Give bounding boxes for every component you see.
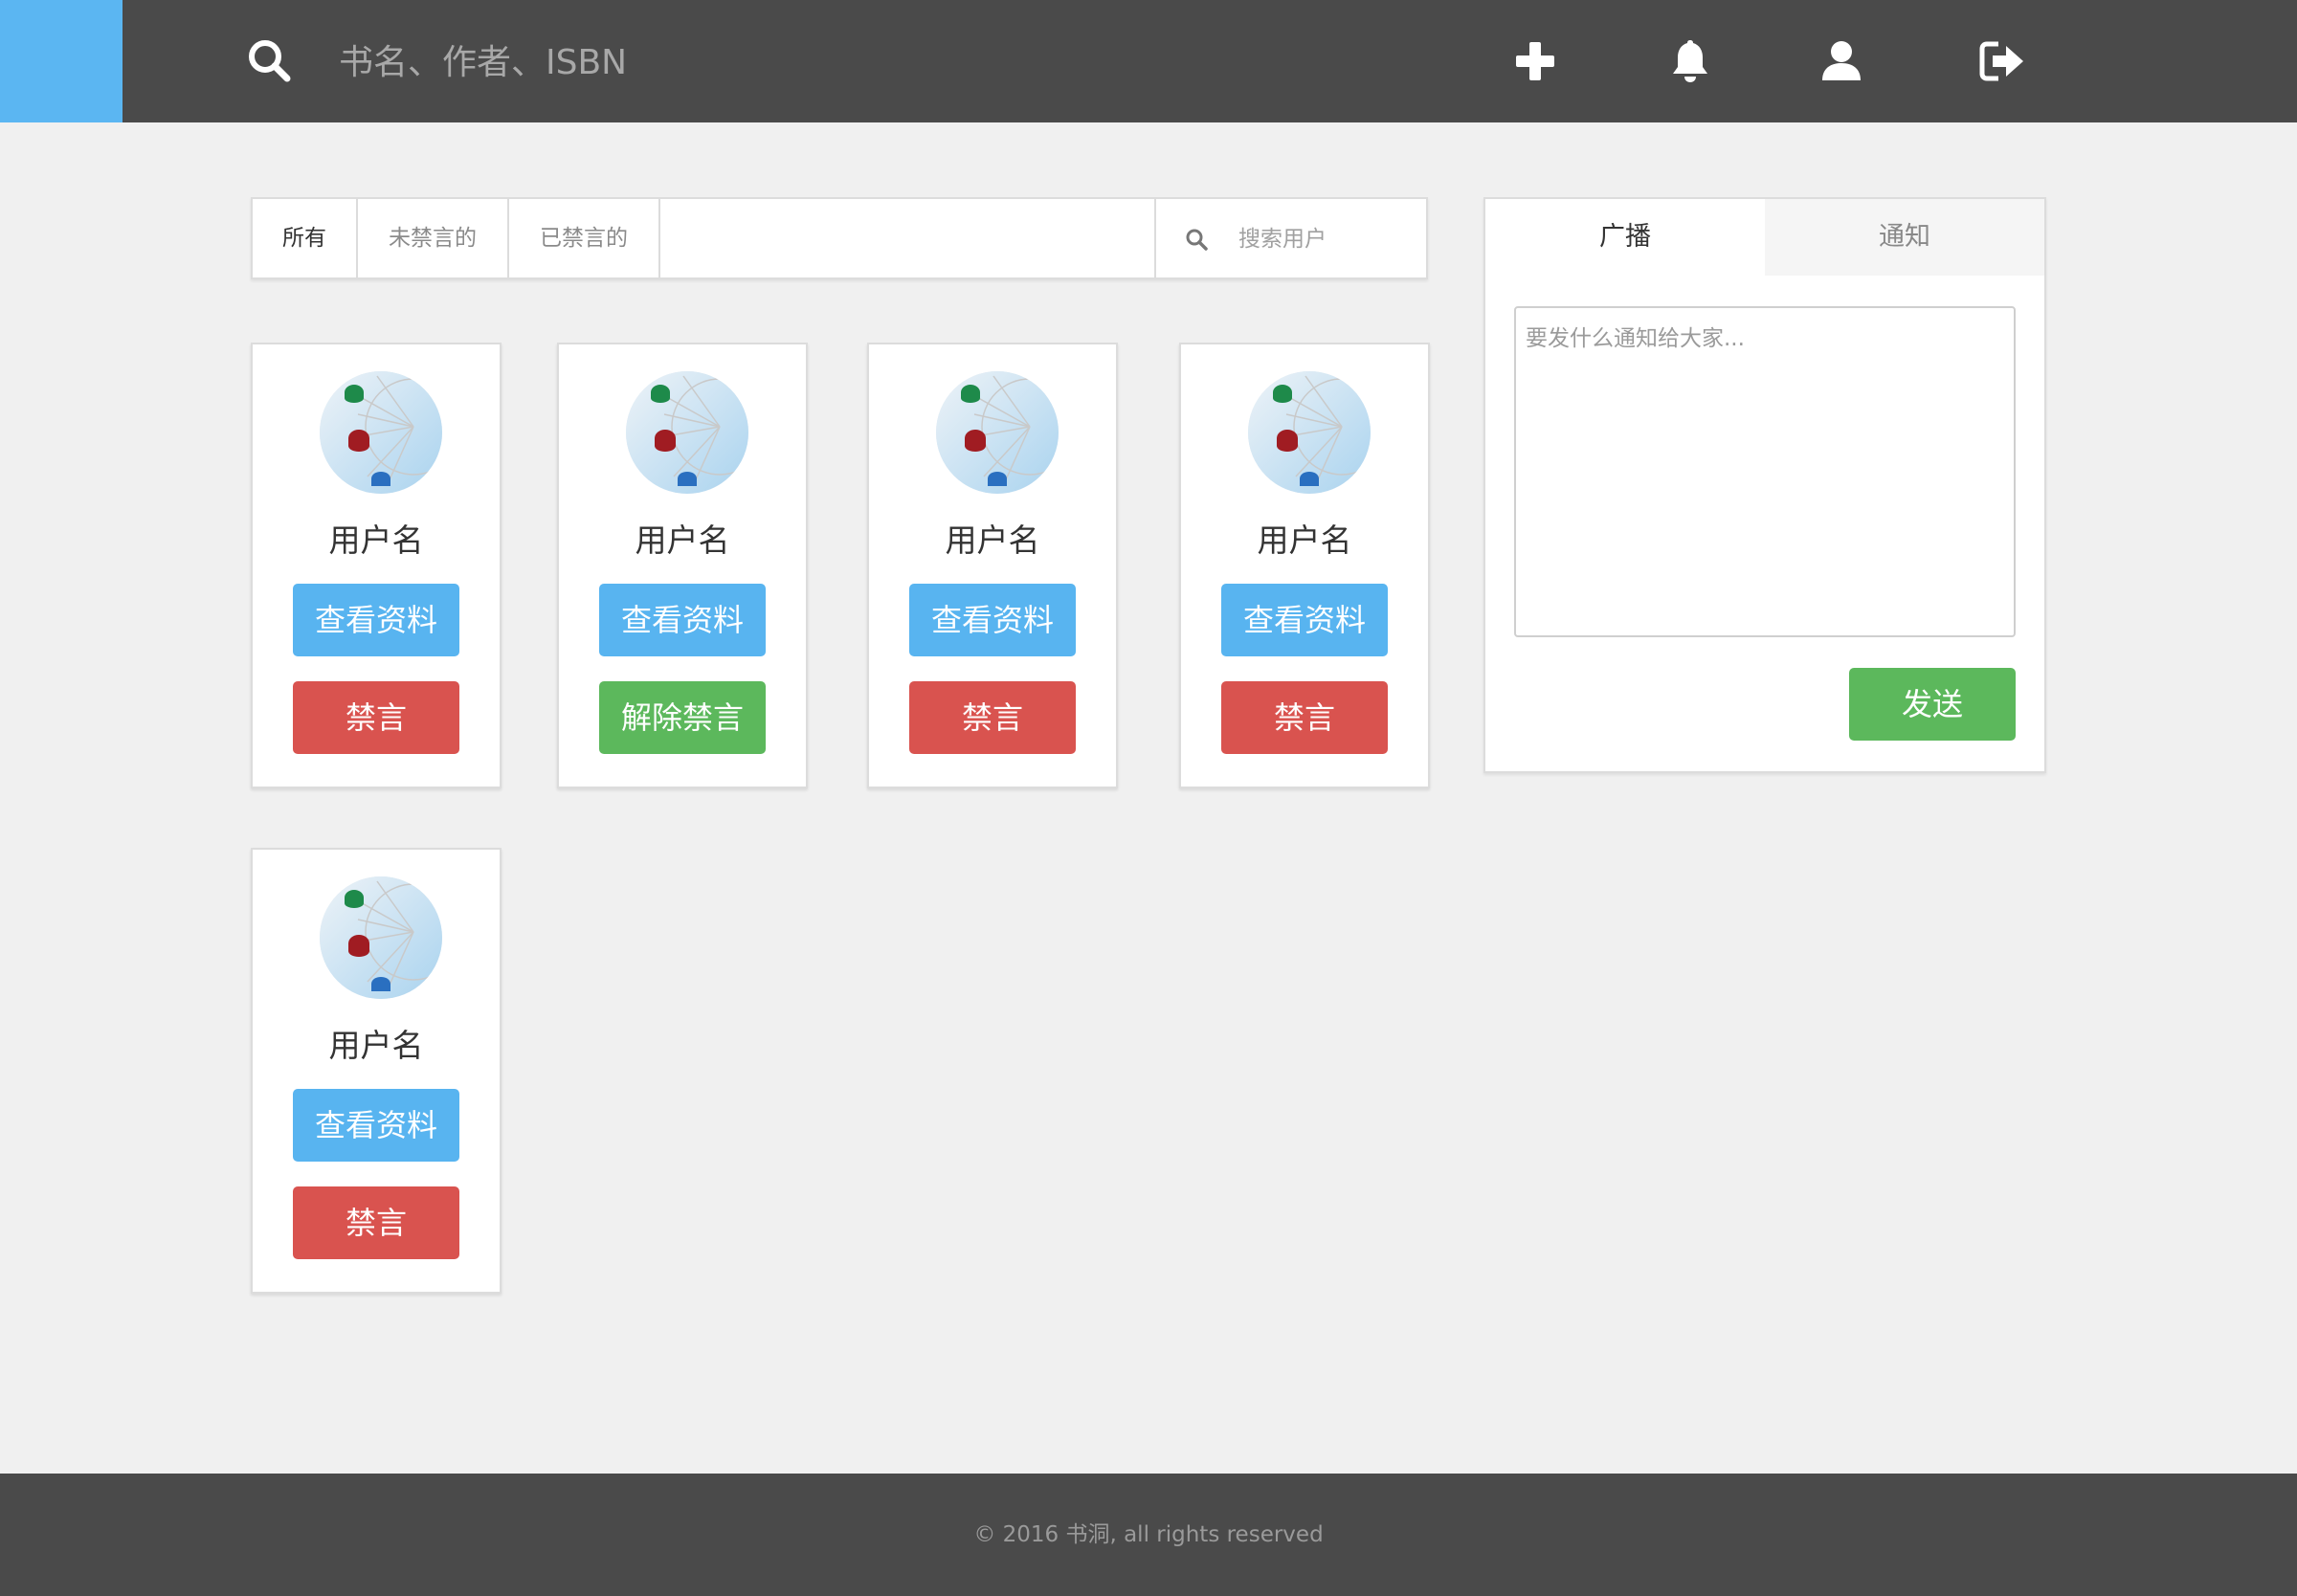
brand-logo-block[interactable] bbox=[0, 0, 123, 122]
user-search-input[interactable] bbox=[1237, 216, 1422, 262]
view-profile-button[interactable]: 查看资料 bbox=[1221, 584, 1388, 656]
view-profile-button[interactable]: 查看资料 bbox=[293, 1089, 459, 1162]
user-card: 用户名 查看资料 禁言 bbox=[251, 343, 502, 788]
user-filter-bar: 所有 未禁言的 已禁言的 bbox=[251, 197, 1428, 279]
filter-tab-muted[interactable]: 已禁言的 bbox=[509, 199, 660, 277]
unmute-button[interactable]: 解除禁言 bbox=[599, 681, 766, 754]
footer: © 2016 书洞, all rights reserved bbox=[0, 1474, 2297, 1596]
user-card: 用户名 查看资料 禁言 bbox=[867, 343, 1118, 788]
view-profile-button[interactable]: 查看资料 bbox=[909, 584, 1076, 656]
user-card: 用户名 查看资料 禁言 bbox=[251, 848, 502, 1294]
user-search-icon bbox=[1186, 229, 1208, 251]
username-label: 用户名 bbox=[1257, 521, 1352, 559]
avatar[interactable] bbox=[1248, 371, 1371, 494]
user-search-box bbox=[1154, 199, 1426, 277]
copyright-text: © 2016 书洞, all rights reserved bbox=[973, 1522, 1324, 1547]
avatar[interactable] bbox=[936, 371, 1059, 494]
avatar[interactable] bbox=[626, 371, 748, 494]
mute-button[interactable]: 禁言 bbox=[293, 681, 459, 754]
username-label: 用户名 bbox=[328, 521, 424, 559]
filter-tab-all[interactable]: 所有 bbox=[253, 199, 358, 277]
send-button[interactable]: 发送 bbox=[1849, 668, 2016, 741]
avatar[interactable] bbox=[320, 876, 442, 999]
user-card: 用户名 查看资料 禁言 bbox=[1179, 343, 1430, 788]
filter-tab-unmuted[interactable]: 未禁言的 bbox=[358, 199, 509, 277]
plus-icon[interactable] bbox=[1510, 36, 1560, 86]
user-card: 用户名 查看资料 解除禁言 bbox=[557, 343, 808, 788]
tab-broadcast[interactable]: 广播 bbox=[1485, 199, 1765, 276]
mute-button[interactable]: 禁言 bbox=[293, 1186, 459, 1259]
book-search-input[interactable] bbox=[337, 33, 1011, 92]
avatar[interactable] bbox=[320, 371, 442, 494]
tab-notification[interactable]: 通知 bbox=[1765, 199, 2044, 276]
username-label: 用户名 bbox=[945, 521, 1040, 559]
top-bar bbox=[0, 0, 2297, 122]
broadcast-textarea[interactable] bbox=[1514, 306, 2016, 637]
bell-icon[interactable] bbox=[1665, 36, 1715, 86]
mute-button[interactable]: 禁言 bbox=[909, 681, 1076, 754]
view-profile-button[interactable]: 查看资料 bbox=[599, 584, 766, 656]
mute-button[interactable]: 禁言 bbox=[1221, 681, 1388, 754]
user-icon[interactable] bbox=[1817, 36, 1866, 86]
search-icon[interactable] bbox=[247, 38, 291, 82]
username-label: 用户名 bbox=[328, 1027, 424, 1064]
broadcast-panel: 广播 通知 发送 bbox=[1483, 197, 2046, 773]
logout-icon[interactable] bbox=[1977, 36, 2027, 86]
username-label: 用户名 bbox=[635, 521, 730, 559]
view-profile-button[interactable]: 查看资料 bbox=[293, 584, 459, 656]
